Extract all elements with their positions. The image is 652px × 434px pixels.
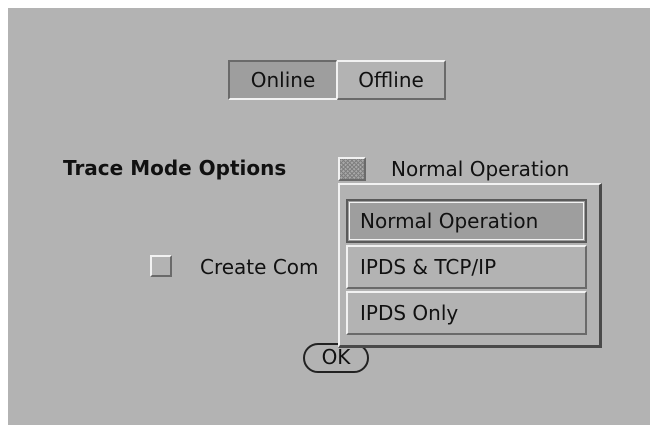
offline-toggle-button[interactable]: Offline — [337, 60, 446, 100]
trace-options-panel: Online Offline Trace Mode Options Normal… — [8, 8, 650, 425]
dropdown-option-normal-operation[interactable]: Normal Operation — [346, 199, 587, 243]
dropdown-option-ipds-tcpip[interactable]: IPDS & TCP/IP — [346, 245, 587, 289]
trace-mode-current-value[interactable]: Normal Operation — [391, 157, 569, 181]
create-checkbox[interactable] — [150, 255, 172, 277]
create-checkbox-label: Create Com — [200, 255, 319, 279]
dropdown-option-ipds-only[interactable]: IPDS Only — [346, 291, 587, 335]
online-toggle-button[interactable]: Online — [228, 60, 337, 100]
trace-mode-dropdown-menu: Normal Operation IPDS & TCP/IP IPDS Only — [338, 183, 602, 348]
trace-mode-options-label: Trace Mode Options — [63, 156, 287, 180]
trace-mode-option-menu-button[interactable] — [338, 157, 366, 181]
